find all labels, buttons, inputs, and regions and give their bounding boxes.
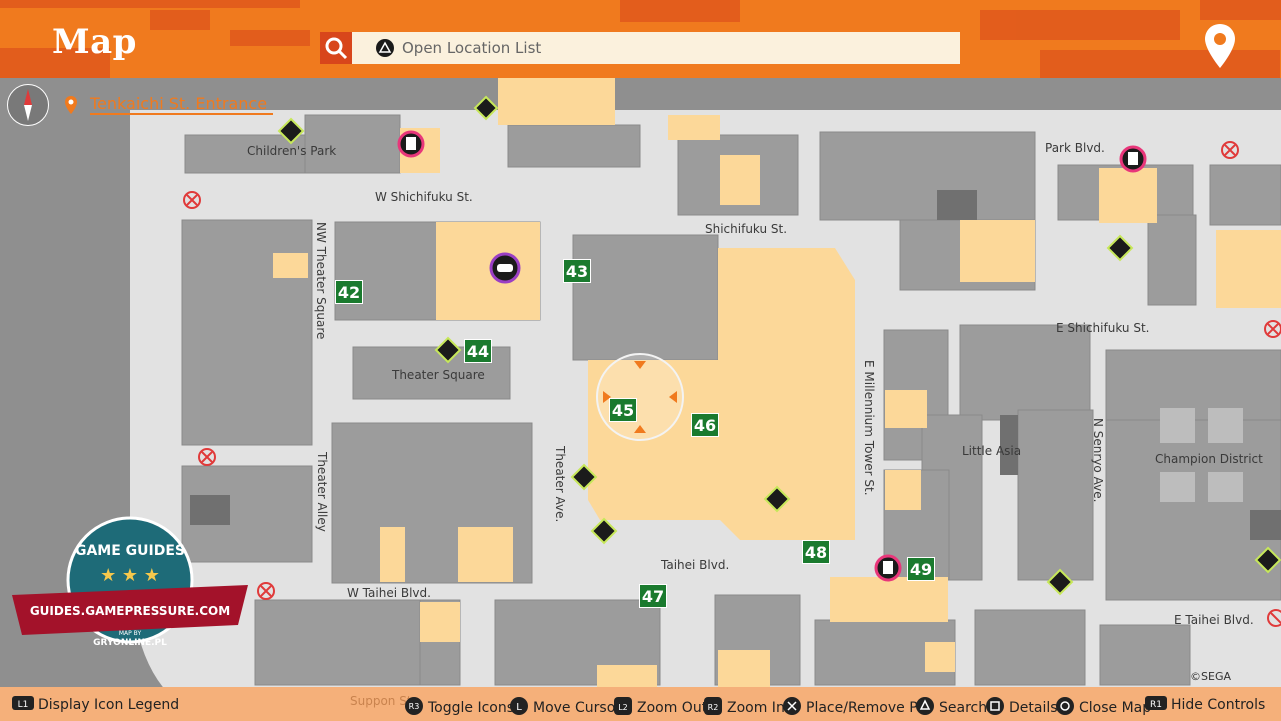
street-label-w-taihei: W Taihei Blvd. <box>347 586 431 600</box>
control-hide-controls[interactable]: R1 Hide Controls <box>1145 696 1265 714</box>
watermark-ribbon: GUIDES.GAMEPRESSURE.COM <box>30 604 230 618</box>
street-label-suppon: Suppon St <box>350 694 412 708</box>
watermark-top: GAME GUIDES <box>75 543 185 559</box>
control-close-map[interactable]: Close Map <box>1055 696 1151 720</box>
map-marker-42[interactable]: 42 <box>335 280 363 304</box>
control-display-legend[interactable]: L1 Display Icon Legend <box>12 696 179 714</box>
map-header: Map Open Location List <box>0 0 1281 78</box>
page-title: Map <box>52 22 137 62</box>
current-location-name: Tenkaichi St. Entrance <box>90 94 274 115</box>
area-label-childrens-park: Children's Park <box>247 144 337 158</box>
control-label: Hide Controls <box>1171 697 1266 713</box>
arcade-pin-icon <box>489 252 521 284</box>
r2-button-icon: R2 <box>703 696 723 720</box>
area-label-theater-square: Theater Square <box>392 368 485 382</box>
left-stick-icon: L <box>509 696 529 720</box>
map-marker-44[interactable]: 44 <box>464 339 492 363</box>
street-label-n-senryo: N Senryo Ave. <box>1091 418 1105 503</box>
street-label-e-millennium-tower: E Millennium Tower St. <box>862 360 876 496</box>
control-move-cursor[interactable]: L Move Cursor <box>509 696 621 720</box>
street-label-e-taihei: E Taihei Blvd. <box>1174 613 1254 627</box>
area-label-little-asia: Little Asia <box>962 444 1022 458</box>
svg-text:R1: R1 <box>1150 700 1162 710</box>
control-details[interactable]: Details <box>985 696 1058 720</box>
gamepressure-watermark: GAME GUIDES GUIDES.GAMEPRESSURE.COM MAP … <box>12 516 248 648</box>
street-label-e-shichifuku: E Shichifuku St. <box>1056 321 1150 335</box>
street-label-taihei-blvd: Taihei Blvd. <box>661 558 730 572</box>
street-label-theater-ave: Theater Ave. <box>553 446 567 523</box>
map-marker-47[interactable]: 47 <box>639 584 667 608</box>
svg-text:L1: L1 <box>18 700 29 710</box>
r1-button-icon: R1 <box>1145 696 1167 714</box>
search-hint: Open Location List <box>402 39 542 57</box>
control-label: Details <box>1009 700 1058 716</box>
control-toggle-icons[interactable]: R3 Toggle Icons <box>404 696 514 720</box>
control-label: Search <box>939 700 988 716</box>
control-label: Place/Remove Pin <box>806 700 931 716</box>
svg-text:L: L <box>516 702 522 713</box>
svg-text:★ ★ ★: ★ ★ ★ <box>100 565 160 586</box>
map-marker-49[interactable]: 49 <box>907 557 935 581</box>
control-zoom-in[interactable]: R2 Zoom In <box>703 696 785 720</box>
triangle-button-icon <box>915 696 935 720</box>
search-icon <box>325 37 348 60</box>
svg-text:R3: R3 <box>409 702 420 711</box>
watermark-site: GRYONLINE.PL <box>93 638 167 648</box>
street-label-nw-theater-square: NW Theater Square <box>314 222 328 340</box>
map-marker-43[interactable]: 43 <box>563 259 591 283</box>
control-search[interactable]: Search <box>915 696 987 720</box>
cross-button-icon <box>782 696 802 720</box>
triangle-button-icon <box>376 39 394 57</box>
watermark-map-by: MAP BY <box>119 630 142 637</box>
location-pin-icon[interactable] <box>1203 22 1237 70</box>
control-label: Close Map <box>1079 700 1152 716</box>
location-list-search[interactable]: Open Location List <box>352 32 960 64</box>
map-marker-48[interactable]: 48 <box>802 540 830 564</box>
current-location-pin-icon <box>65 96 77 114</box>
map-marker-46[interactable]: 46 <box>691 413 719 437</box>
control-label: Display Icon Legend <box>38 697 180 713</box>
control-label: Zoom In <box>727 700 785 716</box>
map-marker-45[interactable]: 45 <box>609 398 637 422</box>
control-label: Toggle Icons <box>428 700 515 716</box>
street-label-w-shichifuku: W Shichifuku St. <box>375 190 473 204</box>
l2-button-icon: L2 <box>613 696 633 720</box>
area-label-champion-district: Champion District <box>1155 452 1263 466</box>
control-zoom-out[interactable]: L2 Zoom Out <box>613 696 707 720</box>
square-button-icon <box>985 696 1005 720</box>
svg-text:L2: L2 <box>618 703 628 712</box>
r3-button-icon: R3 <box>404 696 424 720</box>
street-label-shichifuku: Shichifuku St. <box>705 222 788 236</box>
control-label: Move Cursor <box>533 700 622 716</box>
search-button[interactable] <box>320 32 352 64</box>
circle-button-icon <box>1055 696 1075 720</box>
svg-text:R2: R2 <box>708 703 719 712</box>
compass-icon <box>7 84 49 126</box>
map-cursor <box>596 353 684 441</box>
l1-button-icon: L1 <box>12 696 34 714</box>
street-label-park-blvd: Park Blvd. <box>1045 141 1105 155</box>
copyright: ©SEGA <box>1190 670 1231 683</box>
street-label-theater-alley: Theater Alley <box>315 452 329 532</box>
control-label: Zoom Out <box>637 700 708 716</box>
control-place-pin[interactable]: Place/Remove Pin <box>782 696 930 720</box>
